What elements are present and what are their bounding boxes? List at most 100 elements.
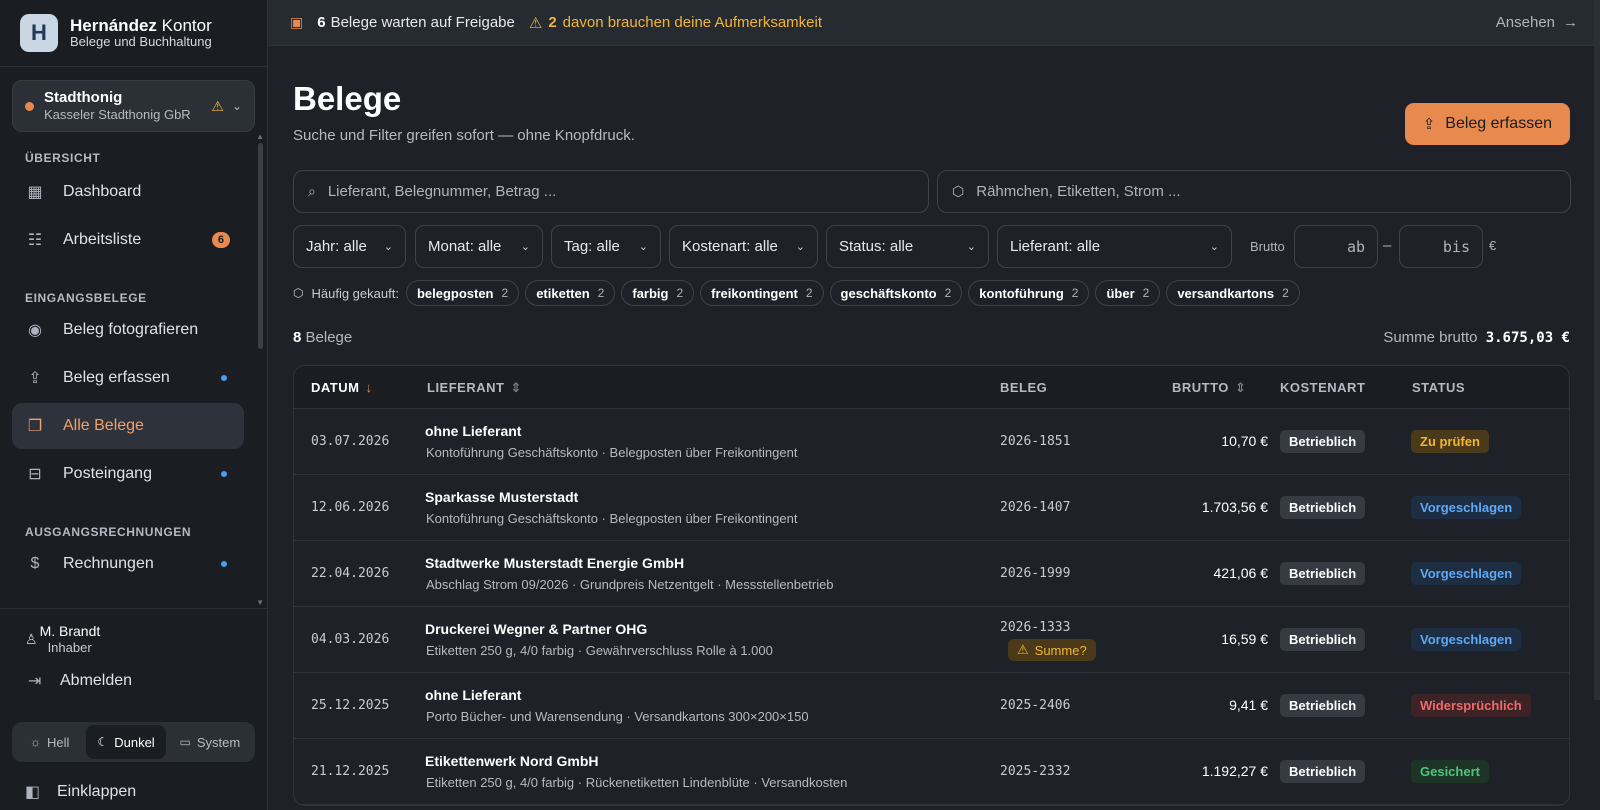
sidebar-item-beleg-erfassen[interactable]: ⇪ Beleg erfassen <box>12 355 244 401</box>
cell-date: 04.03.2026 <box>311 632 390 647</box>
attention-notice: ⚠ 2 davon brauchen deine Aufmerksamkeit <box>529 14 822 32</box>
filter-tag[interactable]: Tag: alle ⌄ <box>551 225 661 268</box>
sun-icon: ☼ <box>30 735 41 749</box>
tag-chip[interactable]: etiketten 2 <box>525 280 616 306</box>
page-title: Belege <box>293 80 402 117</box>
cell-brutto: 10,70 € <box>1221 433 1268 449</box>
sidebar-item-arbeitsliste[interactable]: ☷ Arbeitsliste 6 <box>12 217 244 263</box>
belege-table: DATUM ↓ LIEFERANT ⇕ BELEG BRUTTO ⇕ KOSTENAR… <box>293 365 1570 806</box>
sidebar-item-posteingang[interactable]: ⊟ Posteingang <box>12 451 244 497</box>
window-scrollbar[interactable] <box>1594 0 1600 700</box>
invoice-icon: $ <box>30 555 40 572</box>
brand-subtitle: Belege und Buchhaltung <box>70 34 212 50</box>
filter-status[interactable]: Status: alle ⌄ <box>826 225 989 268</box>
attention-count: 2 <box>548 14 557 31</box>
beleg-erfassen-button[interactable]: ⇪ Beleg erfassen <box>1404 103 1570 145</box>
sidebar-item-rechnungen[interactable]: $ Rechnungen <box>12 541 244 587</box>
brutto-to-input[interactable]: bis <box>1399 225 1483 268</box>
user-name: M. Brandt <box>39 623 101 639</box>
org-switcher[interactable]: Stadthonig Kasseler Stadthonig GbR ⚠ ⌄ <box>12 80 255 132</box>
sidebar-item-alle-belege[interactable]: ❐ Alle Belege <box>12 403 244 449</box>
cell-beleg: 2025-2406 <box>1000 698 1070 713</box>
tag-name: farbig <box>632 285 669 301</box>
item-search-input[interactable]: ⬡ Rähmchen, Etiketten, Strom ... <box>937 170 1571 213</box>
sidebar-item-dashboard[interactable]: ▦ Dashboard <box>12 169 244 215</box>
tag-name: kontoführung <box>979 285 1064 301</box>
result-count-label: Belege <box>305 329 353 346</box>
column-header-kostenart: KOSTENART <box>1280 380 1366 395</box>
supplier-description: Kontoführung Geschäftskonto · Belegposte… <box>426 511 798 526</box>
view-pending-link[interactable]: Ansehen → <box>1496 14 1578 31</box>
brand[interactable]: H Hernández Kontor Belege und Buchhaltun… <box>0 0 267 67</box>
cell-beleg: 2026-1333 ⚠ Summe? <box>1000 620 1096 661</box>
pending-text: Belege warten auf Freigabe <box>330 14 515 31</box>
theme-system-button[interactable]: ▭ System <box>168 725 252 759</box>
sidebar-item-label: Alle Belege <box>63 417 144 434</box>
column-header-datum[interactable]: DATUM ↓ <box>311 380 372 395</box>
filter-jahr[interactable]: Jahr: alle ⌄ <box>293 225 406 268</box>
tag-chip[interactable]: versandkartons 2 <box>1166 280 1300 306</box>
org-name: Stadthonig <box>44 89 123 107</box>
collapse-sidebar-button[interactable]: ◧ Einklappen <box>25 782 136 802</box>
theme-light-label: Hell <box>47 734 70 750</box>
filter-lieferant[interactable]: Lieferant: alle ⌄ <box>997 225 1232 268</box>
table-row[interactable]: 25.12.2025 ohne Lieferant Porto Bücher- un… <box>294 673 1569 739</box>
supplier-name: Etikettenwerk Nord GmbH <box>425 753 599 769</box>
logout-icon: ⇥ <box>28 673 42 690</box>
brutto-from-input[interactable]: ab <box>1294 225 1378 268</box>
cell-beleg: 2026-1999 <box>1000 566 1070 581</box>
tag-chip[interactable]: freikontingent 2 <box>700 280 824 306</box>
table-row[interactable]: 22.04.2026 Stadtwerke Musterstadt Energie… <box>294 541 1569 607</box>
tag-chip[interactable]: kontoführung 2 <box>968 280 1090 306</box>
column-header-lieferant[interactable]: LIEFERANT ⇕ <box>427 380 522 396</box>
search-placeholder: Lieferant, Belegnummer, Betrag ... <box>327 183 557 200</box>
column-header-brutto[interactable]: BRUTTO ⇕ <box>1172 380 1246 396</box>
cell-beleg: 2026-1851 <box>1000 434 1070 449</box>
cell-beleg: 2026-1407 <box>1000 500 1070 515</box>
button-label: Beleg erfassen <box>1445 115 1552 132</box>
tag-count: 2 <box>1071 286 1079 300</box>
inbox-icon: ⊟ <box>28 466 42 483</box>
chevron-down-icon: ⌄ <box>231 99 242 113</box>
sum-value: 3.675,03 € <box>1485 330 1570 346</box>
header-label: LIEFERANT <box>427 380 505 395</box>
unread-dot <box>221 471 227 477</box>
chevron-down-icon: ⌄ <box>1209 241 1219 253</box>
table-row[interactable]: 12.06.2026 Sparkasse Musterstadt Kontoführ… <box>294 475 1569 541</box>
tag-chip[interactable]: farbig 2 <box>621 280 695 306</box>
tag-chip[interactable]: geschäftskonto 2 <box>829 280 963 306</box>
tag-chip[interactable]: belegposten 2 <box>405 280 520 306</box>
column-header-beleg: BELEG <box>1000 380 1048 395</box>
theme-dark-button[interactable]: ☾ Dunkel <box>86 725 166 759</box>
search-input[interactable]: ⌕ Lieferant, Belegnummer, Betrag ... <box>293 170 929 213</box>
box-icon: ⬡ <box>293 286 304 300</box>
dashboard-icon: ▦ <box>27 184 43 201</box>
cell-beleg: 2025-2332 <box>1000 764 1070 779</box>
scroll-down-arrow[interactable]: ▼ <box>256 598 264 607</box>
theme-light-button[interactable]: ☼ Hell <box>15 725 84 759</box>
nav-section-overview: ÜBERSICHT <box>25 151 101 165</box>
sort-desc-icon: ↓ <box>365 380 373 395</box>
sidebar-item-label: Beleg erfassen <box>63 369 170 386</box>
sidebar-item-beleg-fotografieren[interactable]: ◉ Beleg fotografieren <box>12 307 244 353</box>
table-row[interactable]: 21.12.2025 Etikettenwerk Nord GmbH Etikett… <box>294 739 1569 805</box>
camera-icon: ◉ <box>28 322 42 339</box>
header-label: BRUTTO <box>1172 380 1229 395</box>
tag-chip[interactable]: über 2 <box>1095 280 1161 306</box>
filter-label: Lieferant: alle <box>1010 238 1101 255</box>
table-row[interactable]: 04.03.2026 Druckerei Wegner & Partner OHG… <box>294 607 1569 673</box>
table-row[interactable]: 03.07.2026 ohne Lieferant Kontoführung Ges… <box>294 409 1569 475</box>
cell-supplier: Stadtwerke Musterstadt Energie GmbH Absch… <box>425 555 834 592</box>
cell-date: 12.06.2026 <box>311 500 390 515</box>
warning-icon: ⚠ <box>1017 642 1029 657</box>
sidebar-scrollbar[interactable] <box>258 143 263 349</box>
logout-button[interactable]: ⇥ Abmelden <box>28 671 132 691</box>
filter-monat[interactable]: Monat: alle ⌄ <box>415 225 543 268</box>
box-icon: ⬡ <box>952 183 965 199</box>
user-info[interactable]: ♙ M. Brandt Inhaber <box>0 623 267 655</box>
result-count: 8 Belege <box>293 329 352 346</box>
kostenart-badge: Betrieblich <box>1280 496 1366 519</box>
filter-label: Tag: alle <box>564 238 620 255</box>
scroll-up-arrow[interactable]: ▲ <box>256 132 264 141</box>
filter-kostenart[interactable]: Kostenart: alle ⌄ <box>669 225 818 268</box>
